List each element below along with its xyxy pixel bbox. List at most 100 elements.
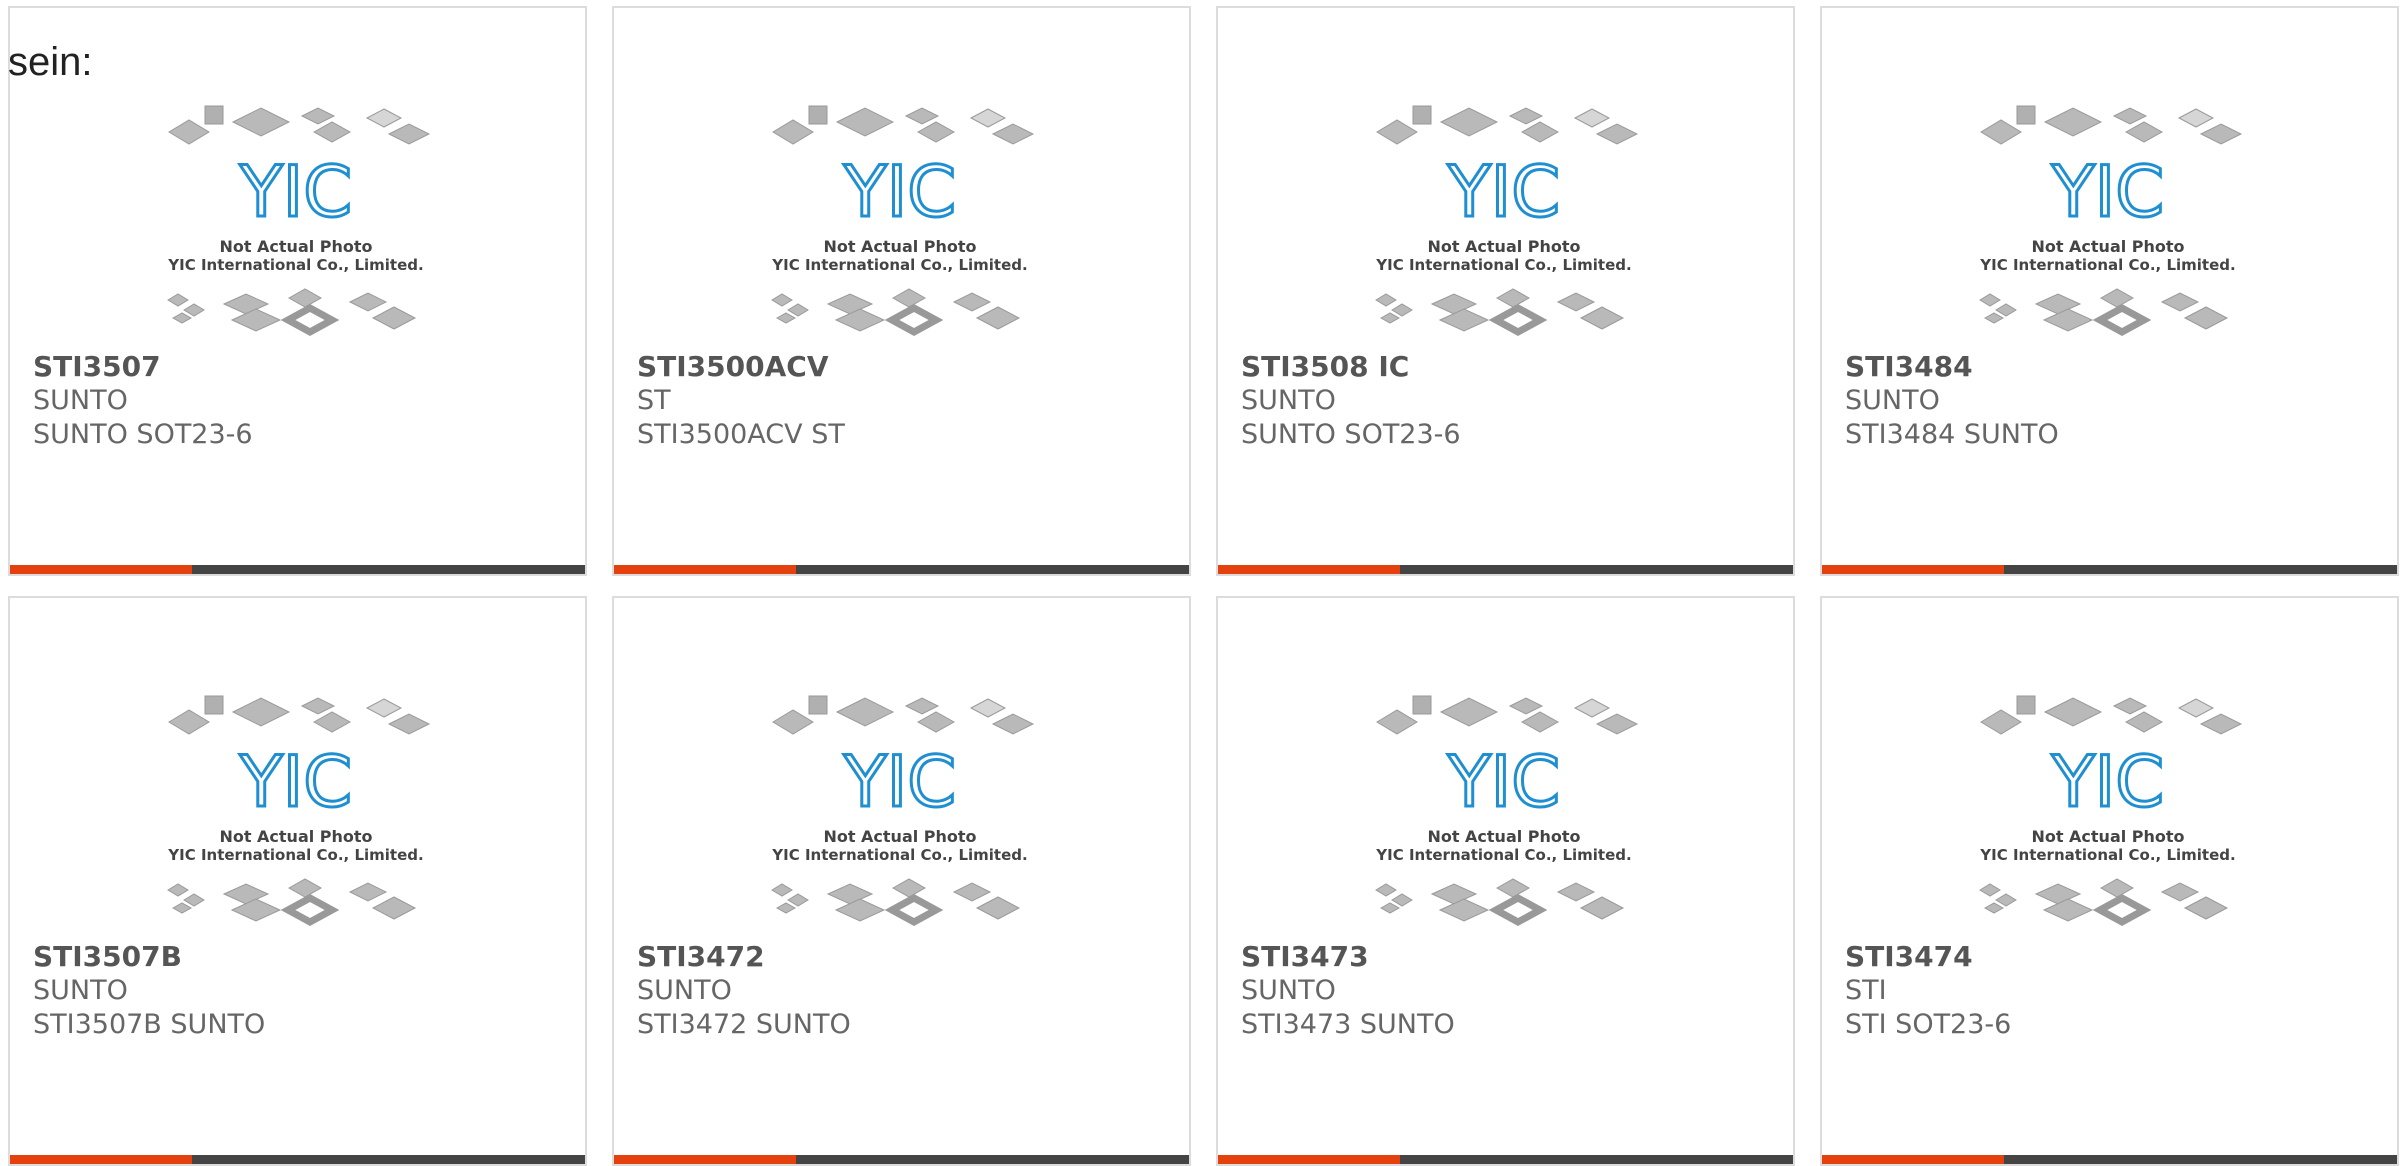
placeholder-caption: Not Actual Photo (1427, 827, 1580, 846)
product-card[interactable]: YIC Not Actual Photo YIC International Co.… (612, 596, 1191, 1166)
yic-logo: YIC (1447, 151, 1560, 233)
product-card[interactable]: YIC Not Actual Photo YIC International Co.… (1820, 596, 2399, 1166)
chip-placeholder-image: YIC Not Actual PhotoYIC International Co.… (771, 105, 1035, 336)
placeholder-company: YIC International Co., Limited. (167, 256, 423, 274)
placeholder-company: YIC International Co., Limited. (1979, 846, 2235, 864)
placeholder-caption: Not Actual Photo (1427, 237, 1580, 256)
chip-placeholder-image: YIC Not Actual PhotoYIC International Co.… (1375, 695, 1639, 926)
card-accent-bar (1822, 565, 2004, 574)
chip-icons-bottom (1375, 288, 1625, 336)
product-image-placeholder[interactable]: YIC Not Actual Photo YIC International Co.… (160, 688, 438, 938)
placeholder-caption: Not Actual Photo (823, 237, 976, 256)
part-number[interactable]: STI3507B (33, 940, 575, 974)
product-info: STI3507 SUNTO SUNTO SOT23-6 (33, 350, 575, 452)
product-info: STI3508 IC SUNTO SUNTO SOT23-6 (1241, 350, 1783, 452)
chip-placeholder-image: YIC Not Actual PhotoYIC International Co.… (167, 695, 431, 926)
placeholder-company: YIC International Co., Limited. (771, 846, 1027, 864)
description: STI3484 SUNTO (1845, 419, 2059, 450)
chip-placeholder-image: YIC Not Actual PhotoYIC International Co.… (1979, 695, 2243, 926)
product-card[interactable]: YIC Not Actual Photo YIC International Co.… (1216, 596, 1795, 1166)
product-image-placeholder[interactable]: YIC Not Actual Photo YIC International Co.… (1972, 98, 2250, 348)
chip-icons-bottom (771, 878, 1021, 926)
product-image-placeholder[interactable]: YIC Not Actual Photo YIC International Co.… (764, 98, 1042, 348)
chip-placeholder-image: YIC Not Actual PhotoYIC International Co.… (771, 695, 1035, 926)
yic-logo: YIC (239, 741, 352, 823)
description: STI3500ACV ST (637, 419, 845, 450)
yic-logo: YIC (2051, 151, 2164, 233)
manufacturer: SUNTO (33, 975, 128, 1006)
chip-icons-bottom (771, 288, 1021, 336)
description: STI3472 SUNTO (637, 1009, 851, 1040)
description: STI SOT23-6 (1845, 1009, 2012, 1040)
description: SUNTO SOT23-6 (1241, 419, 1461, 450)
card-bottom-bar (1218, 565, 1793, 574)
product-image-placeholder[interactable]: YIC Not Actual Photo YIC International Co.… (1368, 688, 1646, 938)
card-accent-bar (614, 565, 796, 574)
manufacturer: SUNTO (1241, 975, 1336, 1006)
chip-icons-bottom (1979, 288, 2229, 336)
product-image-placeholder[interactable]: YIC Not Actual Photo YIC International Co.… (764, 688, 1042, 938)
description: STI3507B SUNTO (33, 1009, 266, 1040)
chip-icons-top (1980, 105, 2243, 145)
product-info: STI3484 SUNTO STI3484 SUNTO (1845, 350, 2387, 452)
product-card[interactable]: YIC Not Actual Photo YIC International Co.… (1216, 6, 1795, 576)
product-image-placeholder[interactable]: YIC Not Actual Photo YIC International Co.… (1972, 688, 2250, 938)
chip-icons-top (1376, 105, 1639, 145)
placeholder-company: YIC International Co., Limited. (167, 846, 423, 864)
manufacturer: SUNTO (637, 975, 732, 1006)
manufacturer: SUNTO (1845, 385, 1940, 416)
yic-logo: YIC (843, 741, 956, 823)
chip-icons-top (772, 695, 1035, 735)
part-number[interactable]: STI3472 (637, 940, 1179, 974)
card-bottom-bar (1822, 565, 2397, 574)
chip-placeholder-image: YIC Not Actual PhotoYIC International Co.… (1375, 105, 1639, 336)
product-card[interactable]: YIC Not Actual Photo YIC International Co.… (8, 6, 587, 576)
chip-icons-bottom (1375, 878, 1625, 926)
product-grid: YIC Not Actual Photo YIC International Co.… (8, 6, 2400, 1166)
placeholder-company: YIC International Co., Limited. (1375, 256, 1631, 274)
placeholder-company: YIC International Co., Limited. (1375, 846, 1631, 864)
product-image-placeholder[interactable]: YIC Not Actual Photo YIC International Co.… (1368, 98, 1646, 348)
chip-placeholder-image: YIC Not Actual PhotoYIC International Co.… (1979, 105, 2243, 336)
part-number[interactable]: STI3484 (1845, 350, 2387, 384)
manufacturer: SUNTO (1241, 385, 1336, 416)
placeholder-caption: Not Actual Photo (219, 237, 372, 256)
placeholder-company: YIC International Co., Limited. (771, 256, 1027, 274)
product-card[interactable]: YIC Not Actual Photo YIC International Co.… (8, 596, 587, 1166)
card-bottom-bar (10, 565, 585, 574)
yic-logo: YIC (2051, 741, 2164, 823)
yic-logo: YIC (843, 151, 956, 233)
manufacturer: STI (1845, 975, 1887, 1006)
product-info: STI3474 STI STI SOT23-6 (1845, 940, 2387, 1042)
chip-icons-bottom (1979, 878, 2229, 926)
part-number[interactable]: STI3473 (1241, 940, 1783, 974)
part-number[interactable]: STI3508 IC (1241, 350, 1783, 384)
chip-icons-top (772, 105, 1035, 145)
placeholder-caption: Not Actual Photo (219, 827, 372, 846)
chip-icons-bottom (167, 288, 417, 336)
description: STI3473 SUNTO (1241, 1009, 1455, 1040)
part-number[interactable]: STI3500ACV (637, 350, 1179, 384)
product-info: STI3500ACV ST STI3500ACV ST (637, 350, 1179, 452)
part-number[interactable]: STI3507 (33, 350, 575, 384)
product-card[interactable]: YIC Not Actual Photo YIC International Co.… (1820, 6, 2399, 576)
product-image-placeholder[interactable]: YIC Not Actual Photo YIC International Co.… (160, 98, 438, 348)
yic-logo: YIC (1447, 741, 1560, 823)
intro-text: sein: (8, 40, 93, 84)
placeholder-caption: Not Actual Photo (2031, 237, 2184, 256)
product-info: STI3473 SUNTO STI3473 SUNTO (1241, 940, 1783, 1042)
chip-icons-top (1376, 695, 1639, 735)
part-number[interactable]: STI3474 (1845, 940, 2387, 974)
card-accent-bar (1218, 565, 1400, 574)
product-info: STI3472 SUNTO STI3472 SUNTO (637, 940, 1179, 1042)
card-bottom-bar (614, 565, 1189, 574)
placeholder-company: YIC International Co., Limited. (1979, 256, 2235, 274)
chip-icons-top (168, 695, 431, 735)
chip-icons-bottom (167, 878, 417, 926)
card-accent-bar (10, 565, 192, 574)
product-card[interactable]: YIC Not Actual Photo YIC International Co.… (612, 6, 1191, 576)
manufacturer: ST (637, 385, 671, 416)
yic-logo: YIC (239, 151, 352, 233)
manufacturer: SUNTO (33, 385, 128, 416)
chip-placeholder-image: YIC Not Actual PhotoYIC International Co.… (167, 105, 431, 336)
